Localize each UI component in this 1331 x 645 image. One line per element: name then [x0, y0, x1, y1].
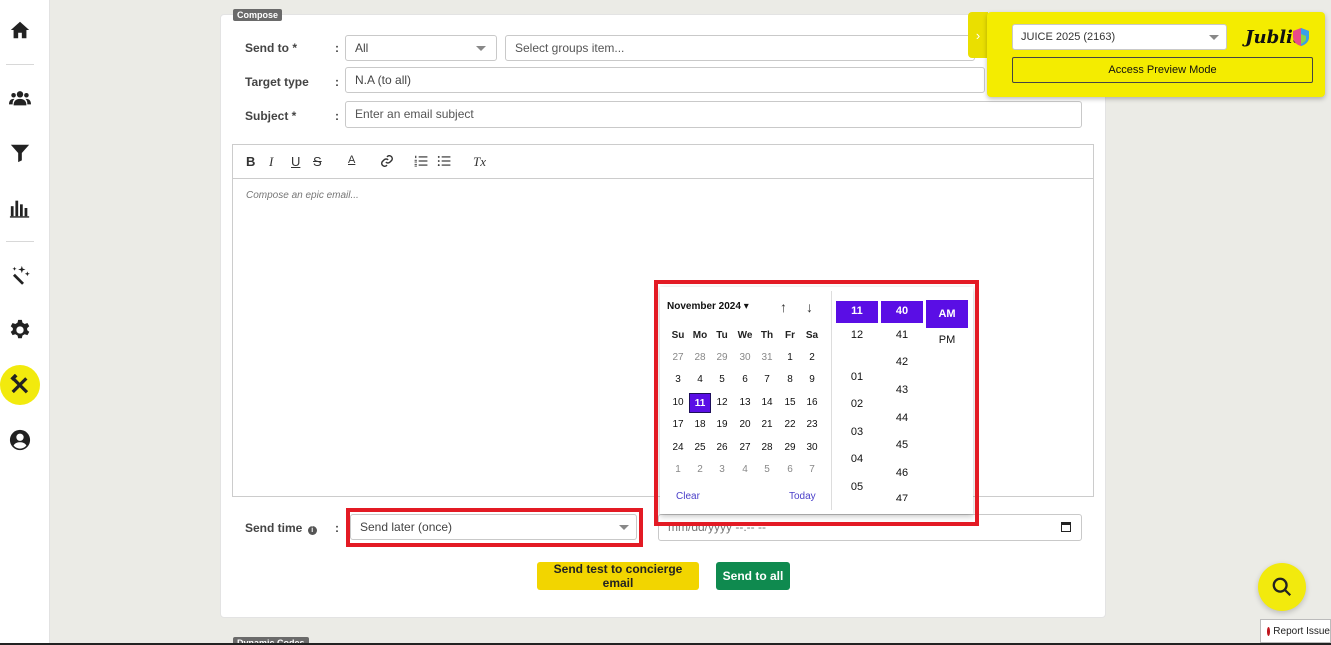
- filter-icon[interactable]: [0, 133, 40, 173]
- target-type-value: N.A (to all): [355, 73, 412, 87]
- target-type-label: Target type: [245, 75, 309, 89]
- colon: :: [335, 109, 339, 123]
- magic-wand-icon[interactable]: [0, 255, 40, 295]
- users-icon[interactable]: [0, 78, 40, 118]
- bullet-list-icon[interactable]: [437, 154, 451, 171]
- underline-button[interactable]: U: [291, 154, 300, 169]
- event-select[interactable]: JUICE 2025 (2163): [1012, 24, 1227, 50]
- text-color-button[interactable]: A: [348, 154, 355, 166]
- compose-tag: Compose: [233, 9, 283, 21]
- ordered-list-icon[interactable]: [414, 154, 428, 171]
- calendar-icon[interactable]: [1061, 522, 1071, 532]
- colon: :: [335, 521, 339, 535]
- groups-select[interactable]: Select groups item...: [505, 35, 975, 61]
- send-test-button[interactable]: Send test to concierge email: [537, 562, 699, 590]
- italic-button[interactable]: I: [269, 154, 273, 170]
- sidebar-divider: [6, 64, 34, 65]
- editor-placeholder: Compose an epic email...: [246, 190, 359, 201]
- bar-chart-icon[interactable]: [0, 188, 40, 228]
- send-to-value: All: [355, 41, 369, 55]
- send-time-label: Send time i: [245, 521, 317, 535]
- clear-format-button[interactable]: Tx: [473, 154, 486, 170]
- account-icon[interactable]: [0, 420, 40, 460]
- groups-placeholder: Select groups item...: [515, 41, 625, 55]
- bold-button[interactable]: B: [246, 154, 255, 169]
- link-icon[interactable]: [380, 154, 394, 171]
- sidebar-divider: [6, 241, 34, 242]
- report-label: Report Issue: [1273, 625, 1330, 637]
- send-to-all-button[interactable]: Send to all: [716, 562, 790, 590]
- report-issue-button[interactable]: Report Issue: [1260, 619, 1331, 643]
- subject-input[interactable]: Enter an email subject: [345, 101, 1082, 128]
- chevron-right-icon[interactable]: ›: [968, 12, 988, 58]
- subject-placeholder: Enter an email subject: [355, 107, 474, 121]
- send-time-text: Send time: [245, 521, 303, 535]
- target-type-field[interactable]: N.A (to all): [345, 67, 985, 93]
- highlight-box: [654, 280, 979, 526]
- search-fab[interactable]: [1258, 563, 1306, 611]
- colon: :: [335, 75, 339, 89]
- event-value: JUICE 2025 (2163): [1021, 31, 1116, 43]
- bug-icon: [1267, 626, 1271, 636]
- gear-icon[interactable]: [0, 310, 40, 350]
- colon: :: [335, 41, 339, 55]
- search-icon: [1272, 577, 1292, 597]
- strike-button[interactable]: S: [313, 154, 322, 169]
- highlight-box: [346, 508, 643, 547]
- home-icon[interactable]: [0, 10, 40, 50]
- subject-label: Subject *: [245, 109, 297, 123]
- shield-icon: [1293, 28, 1309, 49]
- info-icon[interactable]: i: [307, 526, 317, 535]
- tools-icon[interactable]: [0, 365, 40, 405]
- chevron-down-icon: [476, 46, 486, 51]
- access-preview-button[interactable]: Access Preview Mode: [1012, 57, 1313, 83]
- send-to-label: Send to *: [245, 41, 298, 55]
- sidebar: [0, 0, 50, 645]
- chevron-down-icon: [1209, 35, 1219, 40]
- send-to-select[interactable]: All: [345, 35, 497, 61]
- editor-toolbar: B I U S A Tx: [233, 145, 1093, 179]
